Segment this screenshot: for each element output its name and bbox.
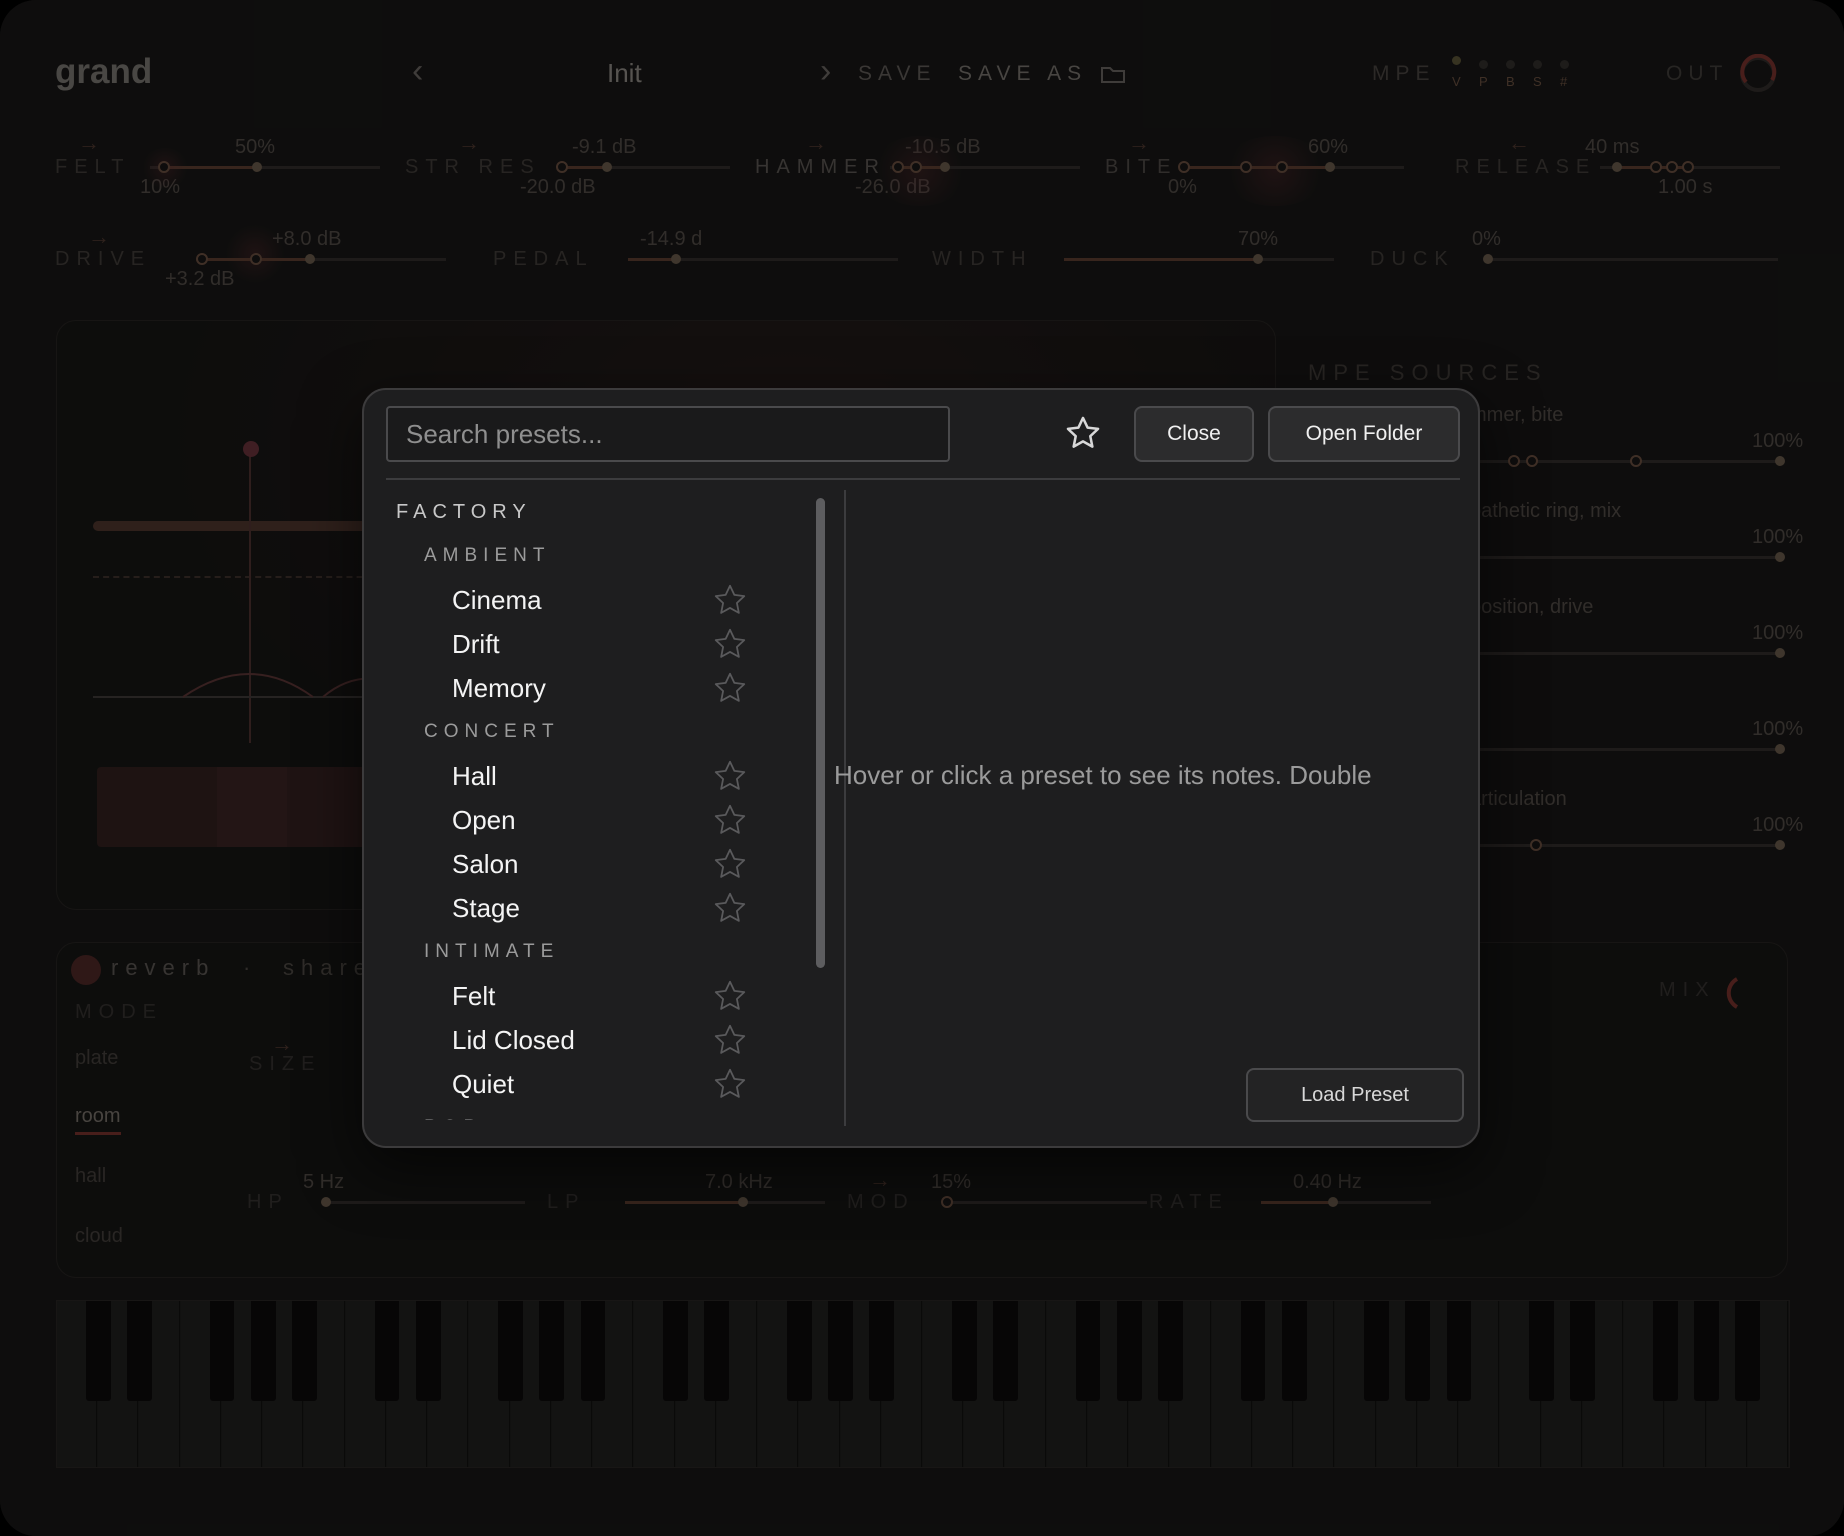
favorite-star-icon[interactable] <box>712 1066 748 1102</box>
favorite-star-icon[interactable] <box>712 890 748 926</box>
preset-item[interactable]: Memory <box>386 666 766 710</box>
favorite-star-icon[interactable] <box>712 670 748 706</box>
preset-item-label: Quiet <box>452 1069 515 1099</box>
preset-list-scrollbar[interactable] <box>816 498 825 968</box>
preset-item-label: Cinema <box>452 585 542 615</box>
preset-item[interactable]: Hall <box>386 754 766 798</box>
preset-browser-modal: Close Open Folder FACTORY AMBIENT Cinema D… <box>362 388 1480 1148</box>
favorite-star-icon[interactable] <box>712 1022 748 1058</box>
preset-item-label: Stage <box>452 893 520 923</box>
preset-item[interactable]: Felt <box>386 974 766 1018</box>
category-factory[interactable]: FACTORY <box>386 490 766 534</box>
preset-item[interactable]: Open <box>386 798 766 842</box>
favorite-star-icon[interactable] <box>712 846 748 882</box>
favorite-star-icon[interactable] <box>712 582 748 618</box>
panel-divider <box>844 490 846 1126</box>
group-header-intimate[interactable]: INTIMATE <box>386 930 766 974</box>
preset-notes-text: Hover or click a preset to see its notes… <box>834 760 1372 790</box>
preset-item[interactable]: Lid Closed <box>386 1018 766 1062</box>
group-header-concert[interactable]: CONCERT <box>386 710 766 754</box>
preset-list[interactable]: FACTORY AMBIENT Cinema Drift Memory CONCERT H… <box>386 490 766 1120</box>
open-folder-button[interactable]: Open Folder <box>1268 406 1460 462</box>
preset-item-label: Memory <box>452 673 546 703</box>
preset-item-label: Open <box>452 805 516 835</box>
group-header-pop[interactable]: POP <box>386 1106 766 1120</box>
favorite-star-icon[interactable] <box>712 802 748 838</box>
preset-item-label: Hall <box>452 761 497 791</box>
preset-item[interactable]: Quiet <box>386 1062 766 1106</box>
favorite-star-icon[interactable] <box>712 758 748 794</box>
preset-item[interactable]: Stage <box>386 886 766 930</box>
load-preset-button[interactable]: Load Preset <box>1246 1068 1464 1122</box>
preset-groups: AMBIENT Cinema Drift Memory CONCERT Hall Open S… <box>386 534 766 1120</box>
preset-item-label: Felt <box>452 981 496 1011</box>
preset-item[interactable]: Drift <box>386 622 766 666</box>
plugin-window: grand ‹ Init › SAVE SAVE AS MPE V P B S … <box>0 0 1844 1536</box>
preset-item[interactable]: Salon <box>386 842 766 886</box>
preset-item-label: Lid Closed <box>452 1025 575 1055</box>
group-header-ambient[interactable]: AMBIENT <box>386 534 766 578</box>
preset-item-label: Salon <box>452 849 519 879</box>
favorite-star-icon[interactable] <box>712 978 748 1014</box>
header-divider <box>386 478 1460 480</box>
preset-item[interactable]: Cinema <box>386 578 766 622</box>
close-button[interactable]: Close <box>1134 406 1254 462</box>
favorite-star-icon[interactable] <box>712 626 748 662</box>
favorites-filter-star-icon[interactable] <box>1064 414 1102 452</box>
search-presets-input[interactable] <box>386 406 950 462</box>
preset-item-label: Drift <box>452 629 500 659</box>
